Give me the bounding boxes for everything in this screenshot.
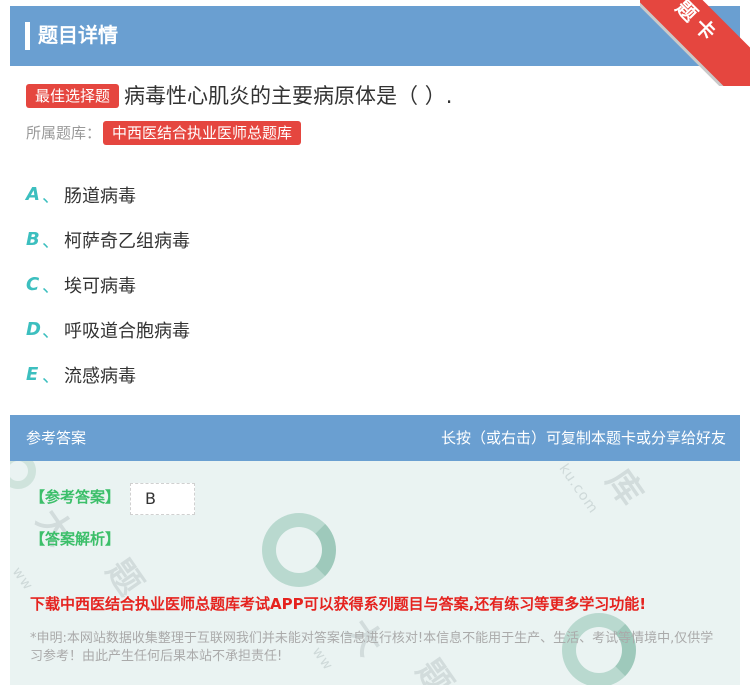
option-letter: A xyxy=(26,184,40,205)
option-text: 肠道病毒 xyxy=(64,185,136,207)
watermark-text: ku.com xyxy=(555,461,602,517)
bank-row: 所属题库： 中西医结合执业医师总题库 xyxy=(26,121,302,145)
answer-value[interactable]: B xyxy=(130,483,195,515)
answer-header: 参考答案 长按（或右击）可复制本题卡或分享给好友 xyxy=(10,415,740,461)
bank-badge[interactable]: 中西医结合执业医师总题库 xyxy=(103,121,302,145)
header-accent xyxy=(25,22,30,50)
share-hint: 长按（或右击）可复制本题卡或分享给好友 xyxy=(440,429,726,447)
analysis-label: 【答案解析】 xyxy=(30,530,121,548)
header-bar: 题目详情 xyxy=(10,6,740,66)
question-type-badge: 最佳选择题 xyxy=(26,84,120,108)
option-e[interactable]: E 、 流感病毒 xyxy=(26,352,726,397)
app-promo-link[interactable]: 下载中西医结合执业医师总题库考试APP可以获得系列题目与答案,还有练习等更多学习… xyxy=(30,593,646,614)
watermark-swirl-icon xyxy=(10,461,36,489)
question-text: 病毒性心肌炎的主要病原体是（ ）. xyxy=(124,84,453,108)
watermark-glyph: 库 xyxy=(597,462,651,513)
question-row: 最佳选择题 病毒性心肌炎的主要病原体是（ ）. xyxy=(26,82,736,110)
option-a[interactable]: A 、 肠道病毒 xyxy=(26,172,726,217)
option-letter: E xyxy=(26,364,39,385)
option-text: 呼吸道合胞病毒 xyxy=(64,320,190,342)
option-letter: D xyxy=(26,319,41,340)
option-letter: C xyxy=(26,274,40,295)
option-separator: 、 xyxy=(42,275,60,297)
watermark-text: ww xyxy=(10,564,37,594)
option-separator: 、 xyxy=(42,185,60,207)
option-letter: B xyxy=(26,229,40,250)
watermark-swirl-icon xyxy=(262,513,336,587)
option-c[interactable]: C 、 埃可病毒 xyxy=(26,262,726,307)
option-d[interactable]: D 、 呼吸道合胞病毒 xyxy=(26,307,726,352)
option-text: 流感病毒 xyxy=(64,365,136,387)
page-title: 题目详情 xyxy=(38,23,118,47)
option-separator: 、 xyxy=(42,230,60,252)
option-separator: 、 xyxy=(42,320,60,342)
disclaimer-text: *申明:本网站数据收集整理于互联网我们并未能对答案信息进行核对!本信息不能用于生… xyxy=(30,631,714,664)
answer-section-title: 参考答案 xyxy=(26,429,87,447)
option-text: 埃可病毒 xyxy=(64,275,136,297)
option-b[interactable]: B 、 柯萨奇乙组病毒 xyxy=(26,217,726,262)
bank-label: 所属题库： xyxy=(26,124,102,142)
options-list: A 、 肠道病毒 B 、 柯萨奇乙组病毒 C 、 埃可病毒 D 、 呼吸道合胞病… xyxy=(26,172,726,397)
option-separator: 、 xyxy=(42,365,60,387)
corner-ribbon[interactable]: 题卡 xyxy=(640,0,750,86)
answer-label: 【参考答案】 xyxy=(30,488,121,506)
option-text: 柯萨奇乙组病毒 xyxy=(64,230,190,252)
